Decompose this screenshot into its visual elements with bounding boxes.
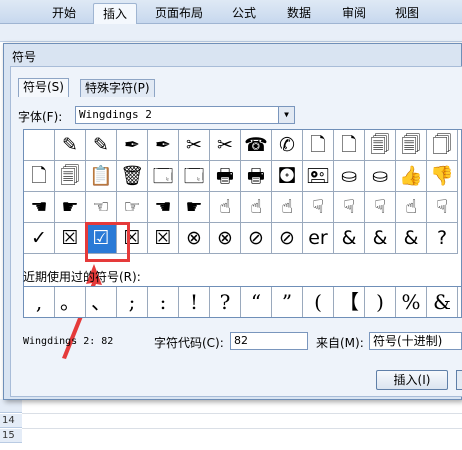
char-code-input[interactable]: 82: [230, 332, 308, 350]
recent-symbol-cell[interactable]: (: [303, 287, 334, 317]
recent-symbol-cell[interactable]: ”: [272, 287, 303, 317]
from-select[interactable]: 符号(十进制): [369, 332, 462, 350]
recent-symbols[interactable]: ,。、;:!? “”(【)% &: [23, 286, 462, 318]
recent-symbol-cell[interactable]: ;: [117, 287, 148, 317]
recent-symbol-cell[interactable]: 。: [55, 287, 86, 317]
recent-symbol-cell[interactable]: ,: [24, 287, 55, 317]
recent-symbol-cell[interactable]: ): [365, 287, 396, 317]
from-label: 来自(M):: [316, 336, 364, 350]
recent-symbol-cell[interactable]: :: [148, 287, 179, 317]
recent-symbol-cell[interactable]: ?: [210, 287, 241, 317]
char-code-label: 字符代码(C):: [154, 336, 224, 350]
symbol-info: Wingdings 2: 82: [23, 336, 114, 347]
recent-symbol-cell[interactable]: “: [241, 287, 272, 317]
cancel-button[interactable]: [456, 370, 462, 390]
recent-symbol-cell[interactable]: !: [179, 287, 210, 317]
recent-symbols-label: 近期使用过的符号(R):: [23, 270, 141, 284]
recent-symbol-cell[interactable]: &: [427, 287, 458, 317]
recent-symbol-cell[interactable]: 【: [334, 287, 365, 317]
insert-button[interactable]: 插入(I): [376, 370, 448, 390]
recent-symbol-cell[interactable]: %: [396, 287, 427, 317]
recent-symbol-cell[interactable]: 、: [86, 287, 117, 317]
